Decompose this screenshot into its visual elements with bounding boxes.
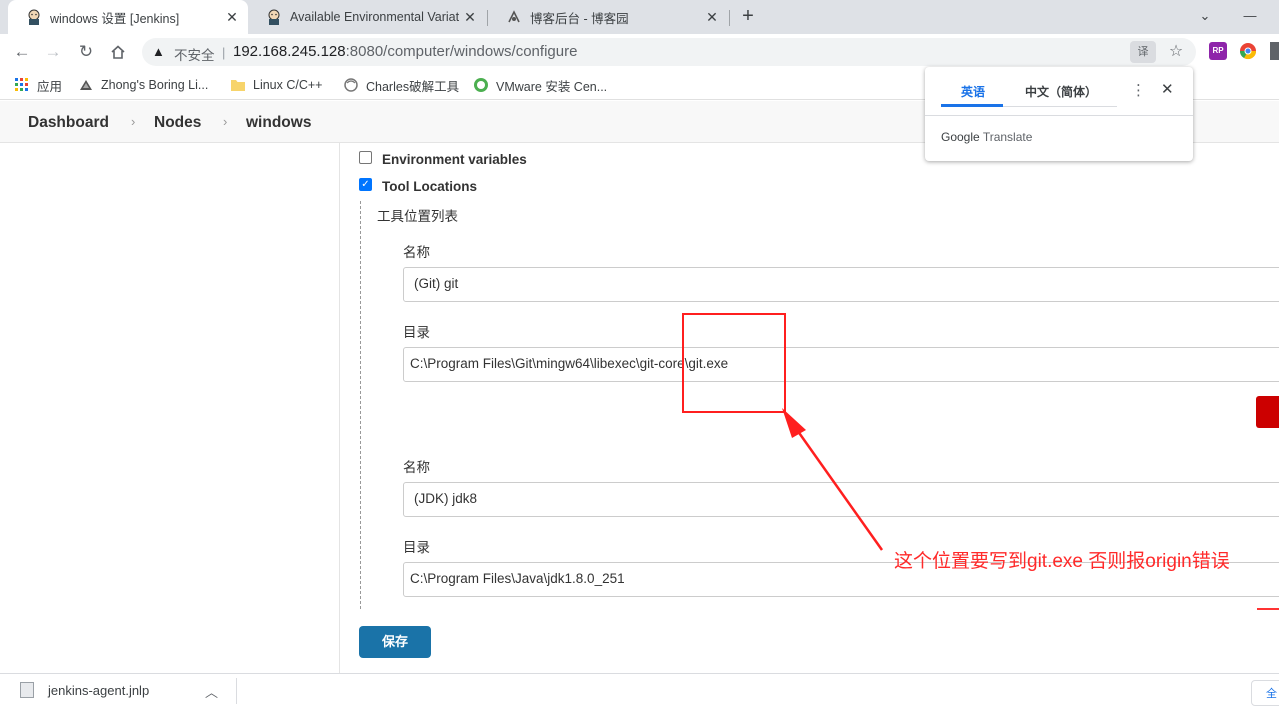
chevron-up-icon[interactable]: ︿ bbox=[205, 682, 218, 701]
omnibox-divider: | bbox=[222, 45, 226, 60]
shelf-divider bbox=[236, 678, 237, 704]
section-border bbox=[360, 201, 361, 609]
back-icon[interactable]: ← bbox=[10, 40, 34, 64]
tab-strip: windows 设置 [Jenkins] ✕ Available Environ… bbox=[0, 0, 1279, 34]
tab-jenkins-settings[interactable]: windows 设置 [Jenkins] ✕ bbox=[8, 0, 248, 34]
tab-title: windows 设置 [Jenkins] bbox=[50, 11, 180, 26]
jenkins-icon bbox=[266, 9, 282, 25]
file-icon bbox=[20, 682, 34, 698]
tab-search-chevron-icon[interactable]: ⌄ bbox=[1193, 4, 1217, 28]
new-tab-button[interactable]: + bbox=[737, 6, 759, 28]
cnblogs-icon bbox=[506, 9, 522, 25]
translate-tab-source[interactable]: 英语 bbox=[961, 83, 985, 100]
download-filename: jenkins-agent.jnlp bbox=[48, 682, 150, 698]
jenkins-icon bbox=[26, 9, 42, 25]
translate-icon[interactable]: 译 bbox=[1130, 41, 1156, 63]
close-icon[interactable]: ✕ bbox=[462, 9, 478, 25]
warning-icon[interactable]: ▲ bbox=[152, 44, 165, 59]
translate-footer: Google Translate bbox=[925, 115, 1193, 161]
env-variables-label[interactable]: Environment variables bbox=[382, 152, 527, 167]
browser-toolbar: ← → ↻ ▲ 不安全 | 192.168.245.128:8080/compu… bbox=[0, 34, 1279, 70]
url-path: :8080/computer/windows/configure bbox=[345, 43, 578, 60]
google-translate-logo: Google Translate bbox=[941, 130, 1032, 144]
annotation-text: 这个位置要写到git.exe 否则报origin错误 bbox=[894, 551, 1230, 572]
tab-divider bbox=[729, 10, 730, 26]
menu-icon[interactable] bbox=[1270, 42, 1279, 60]
brand-translate: Translate bbox=[982, 130, 1033, 144]
tool-locations-label[interactable]: Tool Locations bbox=[382, 179, 477, 194]
show-all-button[interactable]: 全 bbox=[1251, 680, 1279, 706]
tab-title: Available Environmental Variat bbox=[290, 10, 460, 24]
annotation-mark bbox=[1257, 608, 1279, 610]
bookmark-charles[interactable]: Charles破解工具 bbox=[343, 76, 459, 94]
breadcrumb-nodes[interactable]: Nodes bbox=[154, 114, 201, 132]
tool-dir-input[interactable]: C:\Program Files\Git\mingw64\libexec\git… bbox=[403, 347, 1279, 382]
chevron-right-icon: › bbox=[223, 114, 228, 129]
apps-grid-icon bbox=[14, 77, 30, 93]
close-icon[interactable]: ✕ bbox=[224, 9, 240, 25]
save-button[interactable]: 保存 bbox=[359, 626, 431, 658]
breadcrumb-dashboard[interactable]: Dashboard bbox=[28, 114, 109, 132]
annotation-highlight-box bbox=[682, 313, 786, 413]
bookmark-label: Charles破解工具 bbox=[366, 79, 460, 94]
tool-name-label: 名称 bbox=[403, 460, 430, 475]
tool-locations-checkbox[interactable]: ✓ bbox=[359, 178, 372, 191]
bookmark-linux[interactable]: Linux C/C++ bbox=[230, 76, 322, 94]
bookmark-label: VMware 安装 Cen... bbox=[496, 79, 608, 94]
close-icon[interactable]: ✕ bbox=[704, 9, 720, 25]
chevron-right-icon: › bbox=[131, 114, 136, 129]
reload-icon[interactable]: ↻ bbox=[74, 40, 98, 64]
download-item[interactable]: jenkins-agent.jnlp bbox=[20, 682, 149, 698]
env-variables-checkbox[interactable] bbox=[359, 151, 372, 164]
url-host: 192.168.245.128 bbox=[233, 43, 346, 60]
bookmark-label: Linux C/C++ bbox=[253, 78, 323, 92]
tool-dir-label: 目录 bbox=[403, 540, 430, 555]
rp-extension-icon[interactable]: RP bbox=[1209, 42, 1227, 60]
tool-name-label: 名称 bbox=[403, 245, 430, 260]
more-options-icon[interactable]: ⋮ bbox=[1131, 81, 1146, 99]
bookmark-label: 应用 bbox=[37, 79, 63, 94]
address-bar[interactable]: ▲ 不安全 | 192.168.245.128:8080/computer/wi… bbox=[142, 38, 1196, 66]
site-icon bbox=[78, 77, 94, 93]
translate-language-tabs: 英语 中文（简体） bbox=[941, 81, 1117, 107]
folder-icon bbox=[230, 77, 246, 93]
site-icon bbox=[343, 77, 359, 93]
translate-tab-target[interactable]: 中文（简体） bbox=[1025, 83, 1097, 100]
tab-title: 博客后台 - 博客园 bbox=[530, 11, 629, 26]
brand-google: Google bbox=[941, 130, 980, 144]
url-text[interactable]: 192.168.245.128:8080/computer/windows/co… bbox=[233, 43, 577, 60]
bookmark-label: Zhong's Boring Li... bbox=[101, 78, 209, 92]
bookmark-star-icon[interactable]: ☆ bbox=[1165, 41, 1187, 63]
tab-env-variables[interactable]: Available Environmental Variat ✕ bbox=[248, 0, 486, 34]
site-icon bbox=[473, 77, 489, 93]
bookmark-vmware[interactable]: VMware 安装 Cen... bbox=[473, 76, 607, 94]
forward-icon[interactable]: → bbox=[41, 40, 65, 64]
bookmark-zhong[interactable]: Zhong's Boring Li... bbox=[78, 76, 208, 94]
close-icon[interactable]: ✕ bbox=[1161, 80, 1174, 98]
tool-locations-title: 工具位置列表 bbox=[377, 209, 458, 224]
translate-popup: 英语 中文（简体） ⋮ ✕ Google Translate bbox=[925, 67, 1193, 161]
tool-name-select[interactable]: (Git) git bbox=[403, 267, 1279, 302]
tab-cnblogs[interactable]: 博客后台 - 博客园 ✕ bbox=[488, 0, 728, 34]
minimize-icon[interactable]: — bbox=[1238, 4, 1262, 28]
security-label[interactable]: 不安全 bbox=[174, 44, 215, 64]
annotation-arrow bbox=[782, 408, 884, 551]
chrome-extension-icon[interactable] bbox=[1239, 42, 1257, 60]
side-panel bbox=[0, 143, 340, 673]
delete-tool-button[interactable] bbox=[1256, 396, 1279, 428]
download-shelf: jenkins-agent.jnlp ︿ 全 bbox=[0, 673, 1279, 706]
active-tab-underline bbox=[941, 104, 1003, 107]
home-icon[interactable] bbox=[106, 40, 130, 64]
bookmark-apps[interactable]: 应用 bbox=[14, 76, 62, 94]
breadcrumb-windows[interactable]: windows bbox=[246, 114, 311, 132]
tool-dir-label: 目录 bbox=[403, 325, 430, 340]
